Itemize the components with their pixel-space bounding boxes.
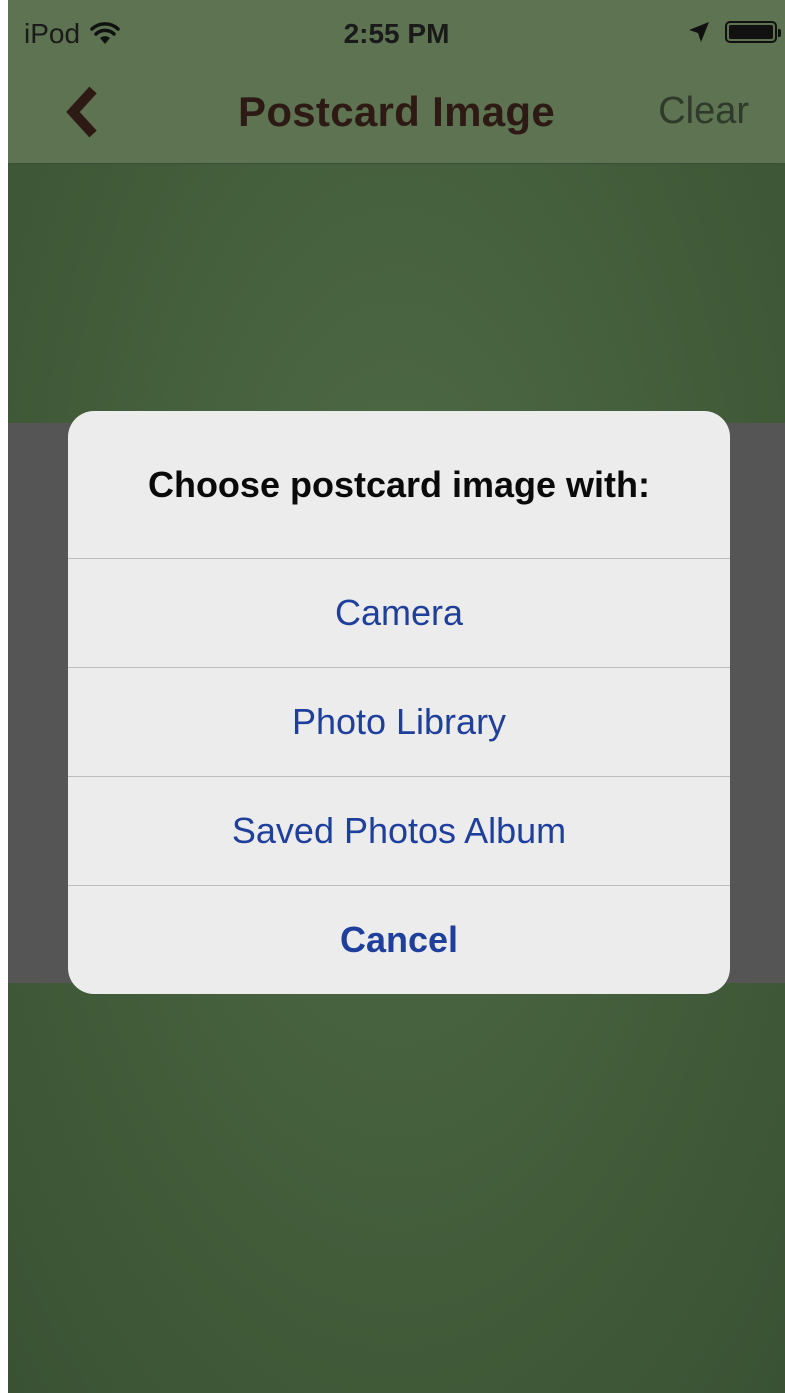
camera-button[interactable]: Camera: [68, 559, 730, 668]
navigation-bar: Postcard Image Clear: [8, 66, 785, 163]
location-arrow-icon: [689, 22, 709, 42]
battery-icon: [725, 21, 781, 43]
app-screen: iPod 2:55 PM Postcard Image Clear Choose…: [8, 0, 785, 1393]
alert-title: Choose postcard image with:: [68, 411, 730, 559]
status-bar: iPod 2:55 PM: [8, 0, 785, 66]
saved-photos-album-button[interactable]: Saved Photos Album: [68, 777, 730, 886]
photo-library-button[interactable]: Photo Library: [68, 668, 730, 777]
top-bar: iPod 2:55 PM Postcard Image Clear: [8, 0, 785, 164]
image-source-alert: Choose postcard image with: Camera Photo…: [68, 411, 730, 994]
clear-button[interactable]: Clear: [658, 90, 749, 133]
cancel-button[interactable]: Cancel: [68, 886, 730, 994]
status-indicators: [687, 20, 781, 44]
status-time: 2:55 PM: [343, 18, 450, 49]
